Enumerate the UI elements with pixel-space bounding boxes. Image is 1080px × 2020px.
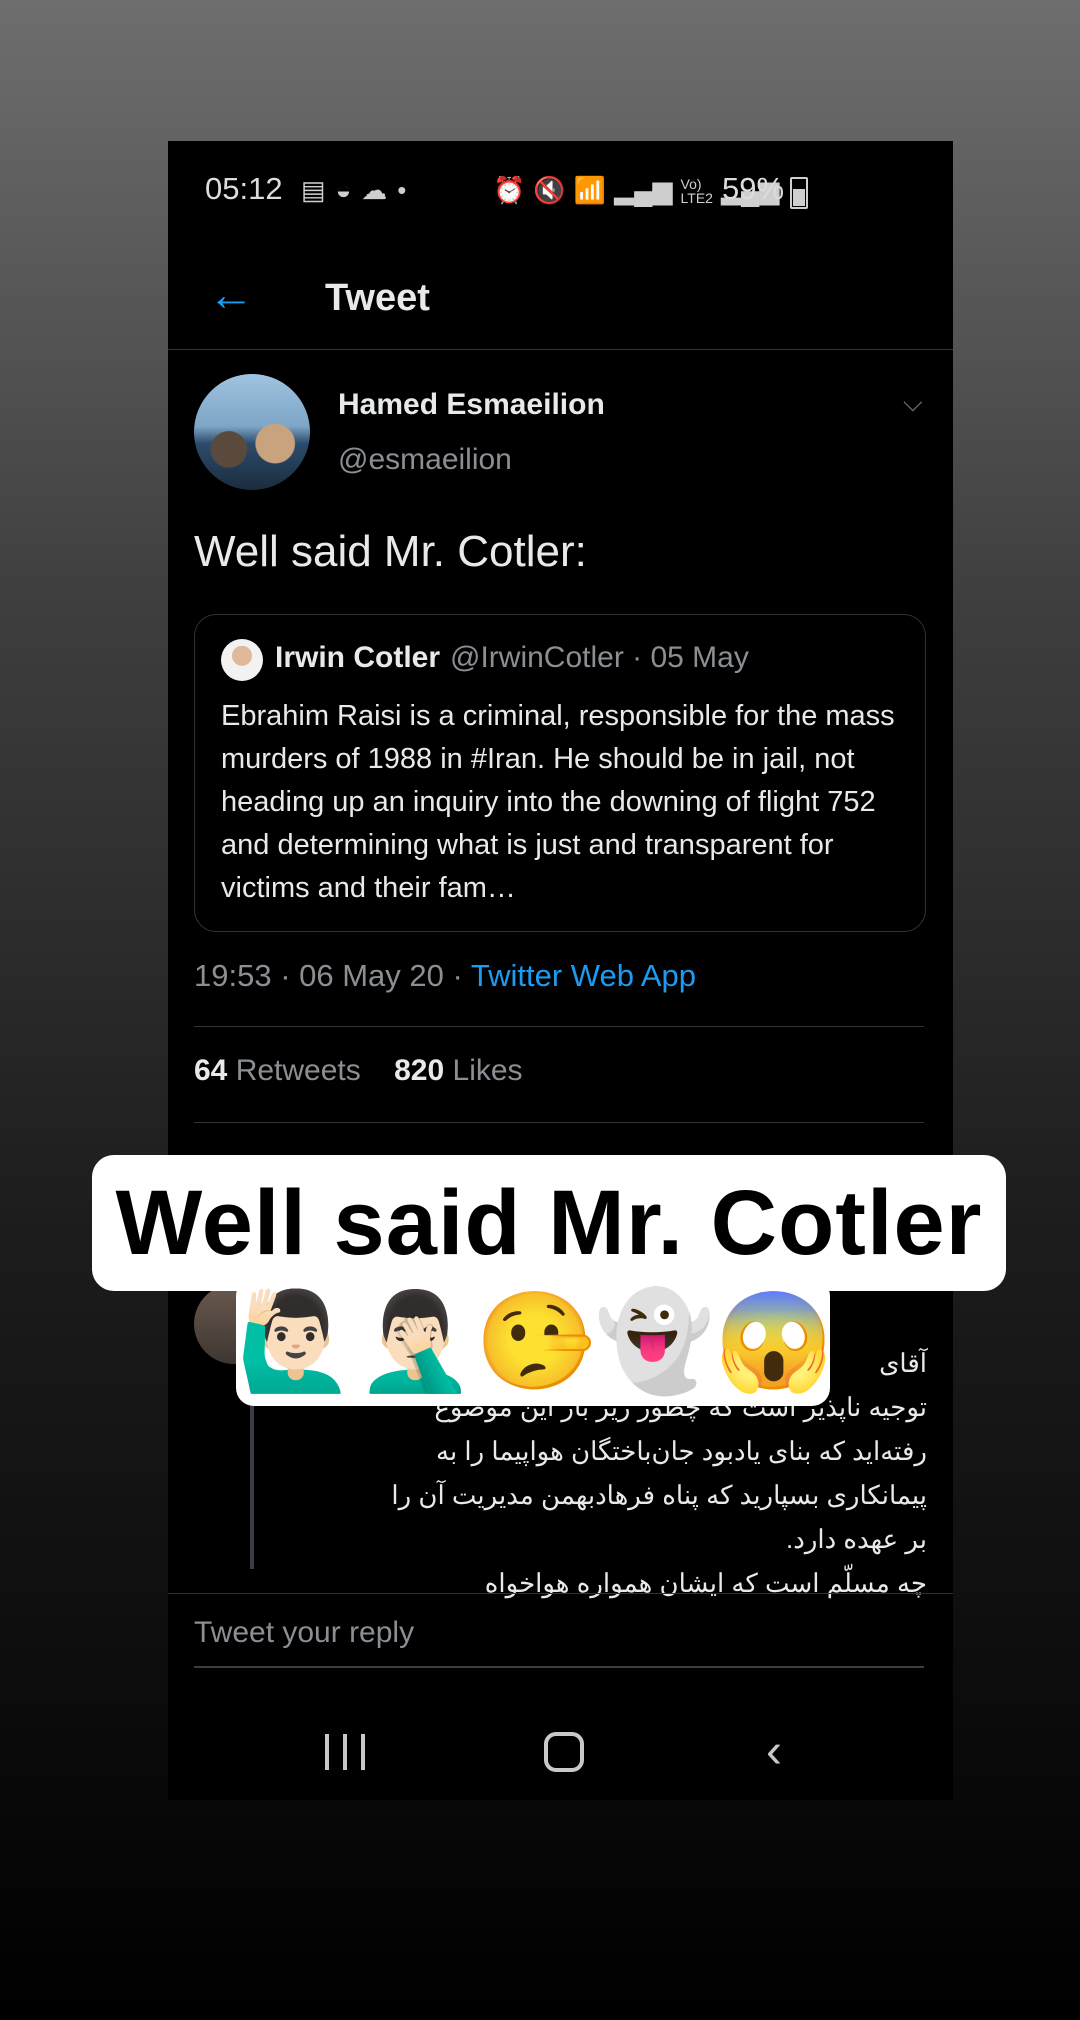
divider [194, 1122, 924, 1123]
chevron-down-icon[interactable]: ⌵ [903, 387, 923, 419]
signal-icon: ▂▄▆ [614, 175, 673, 205]
quoted-avatar [221, 639, 263, 681]
likes-stat[interactable]: 820 Likes [394, 1054, 522, 1087]
page-title: Tweet [325, 277, 430, 319]
reply-bar: Tweet your reply [168, 1593, 953, 1694]
man-raising-hand-emoji: 🙋🏻‍♂️ [236, 1288, 356, 1395]
divider [194, 1026, 924, 1027]
phone-screen: 05:12 ▤ ◒ ☁ • ⏰ 🔇 📶 ▂▄▆ Vo) LTE2 ▂▄▆ 59% … [168, 141, 953, 1800]
top-app-bar: ← Tweet [168, 259, 953, 350]
lying-face-emoji: 🤥 [475, 1288, 595, 1395]
author-handle[interactable]: @esmaeilion [338, 443, 512, 477]
nav-back-icon[interactable]: ‹ [766, 1724, 782, 1779]
tweet-timestamp: 19:53 · 06 May 20 · [194, 958, 471, 993]
quoted-tweet-text: Ebrahim Raisi is a criminal, responsible… [221, 700, 895, 904]
author-avatar[interactable] [194, 374, 310, 490]
dot-icon: • [397, 175, 407, 205]
quoted-author-name: Irwin Cotler [275, 641, 441, 674]
screaming-face-emoji: 😱 [714, 1288, 834, 1395]
status-time: 05:12 [205, 171, 283, 206]
tweet-text: Well said Mr. Cotler: [194, 527, 587, 576]
thread-line [250, 1389, 254, 1569]
reply-line: پیمانکاری بسپارید که پناه فرهادبهمن مدیر… [391, 1480, 927, 1510]
battery-icon [790, 177, 808, 209]
alarm-icon: ⏰ [493, 175, 526, 205]
ghost-emoji: 👻 [594, 1288, 715, 1395]
mute-icon: 🔇 [533, 175, 566, 205]
emoji-sticker: 🙋🏻‍♂️ 🤦🏻‍♂️ 🤥 👻 😱 [236, 1278, 834, 1406]
basket-icon: ◒ [335, 175, 352, 205]
story-caption-sticker: Well said Mr. Cotler [92, 1155, 1006, 1291]
status-left-icons: ▤ ◒ ☁ • [301, 175, 406, 206]
man-facepalming-emoji: 🤦🏻‍♂️ [355, 1288, 476, 1395]
reply-input[interactable]: Tweet your reply [194, 1616, 924, 1668]
status-bar: 05:12 ▤ ◒ ☁ • ⏰ 🔇 📶 ▂▄▆ Vo) LTE2 ▂▄▆ 59% [168, 171, 953, 221]
cloud-icon: ☁ [361, 175, 388, 205]
reply-line: رفته‌اید که بنای یادبود جان‌باختگان هواپ… [436, 1436, 927, 1466]
retweets-count: 64 [194, 1054, 228, 1087]
quoted-tweet[interactable]: Irwin Cotler @IrwinCotler · 05 May Ebrah… [194, 614, 926, 932]
story-caption-text: Well said Mr. Cotler [115, 1171, 983, 1274]
home-icon[interactable] [544, 1732, 584, 1772]
tweet-stats: 64 Retweets 820 Likes [194, 1054, 523, 1088]
quoted-author-meta: @IrwinCotler · 05 May [450, 641, 749, 674]
retweets-stat[interactable]: 64 Retweets [194, 1054, 361, 1087]
author-name[interactable]: Hamed Esmaeilion [338, 388, 605, 422]
volte-lte2-icon: Vo) LTE2 [680, 175, 713, 206]
recents-icon[interactable] [325, 1734, 365, 1770]
calendar-icon: ▤ [301, 175, 326, 205]
retweets-label: Retweets [227, 1054, 361, 1087]
likes-label: Likes [444, 1054, 523, 1087]
reply-line: بر عهده دارد. [786, 1524, 927, 1554]
back-arrow-icon[interactable]: ← [208, 267, 254, 321]
source-app-link[interactable]: Twitter Web App [471, 958, 696, 993]
tweet-meta: 19:53 · 06 May 20 · Twitter Web App [194, 958, 696, 994]
wifi-icon: 📶 [573, 175, 607, 205]
system-nav-bar: ‹ [168, 1700, 953, 1800]
battery-percent: 59% [722, 171, 785, 206]
likes-count: 820 [394, 1054, 445, 1087]
